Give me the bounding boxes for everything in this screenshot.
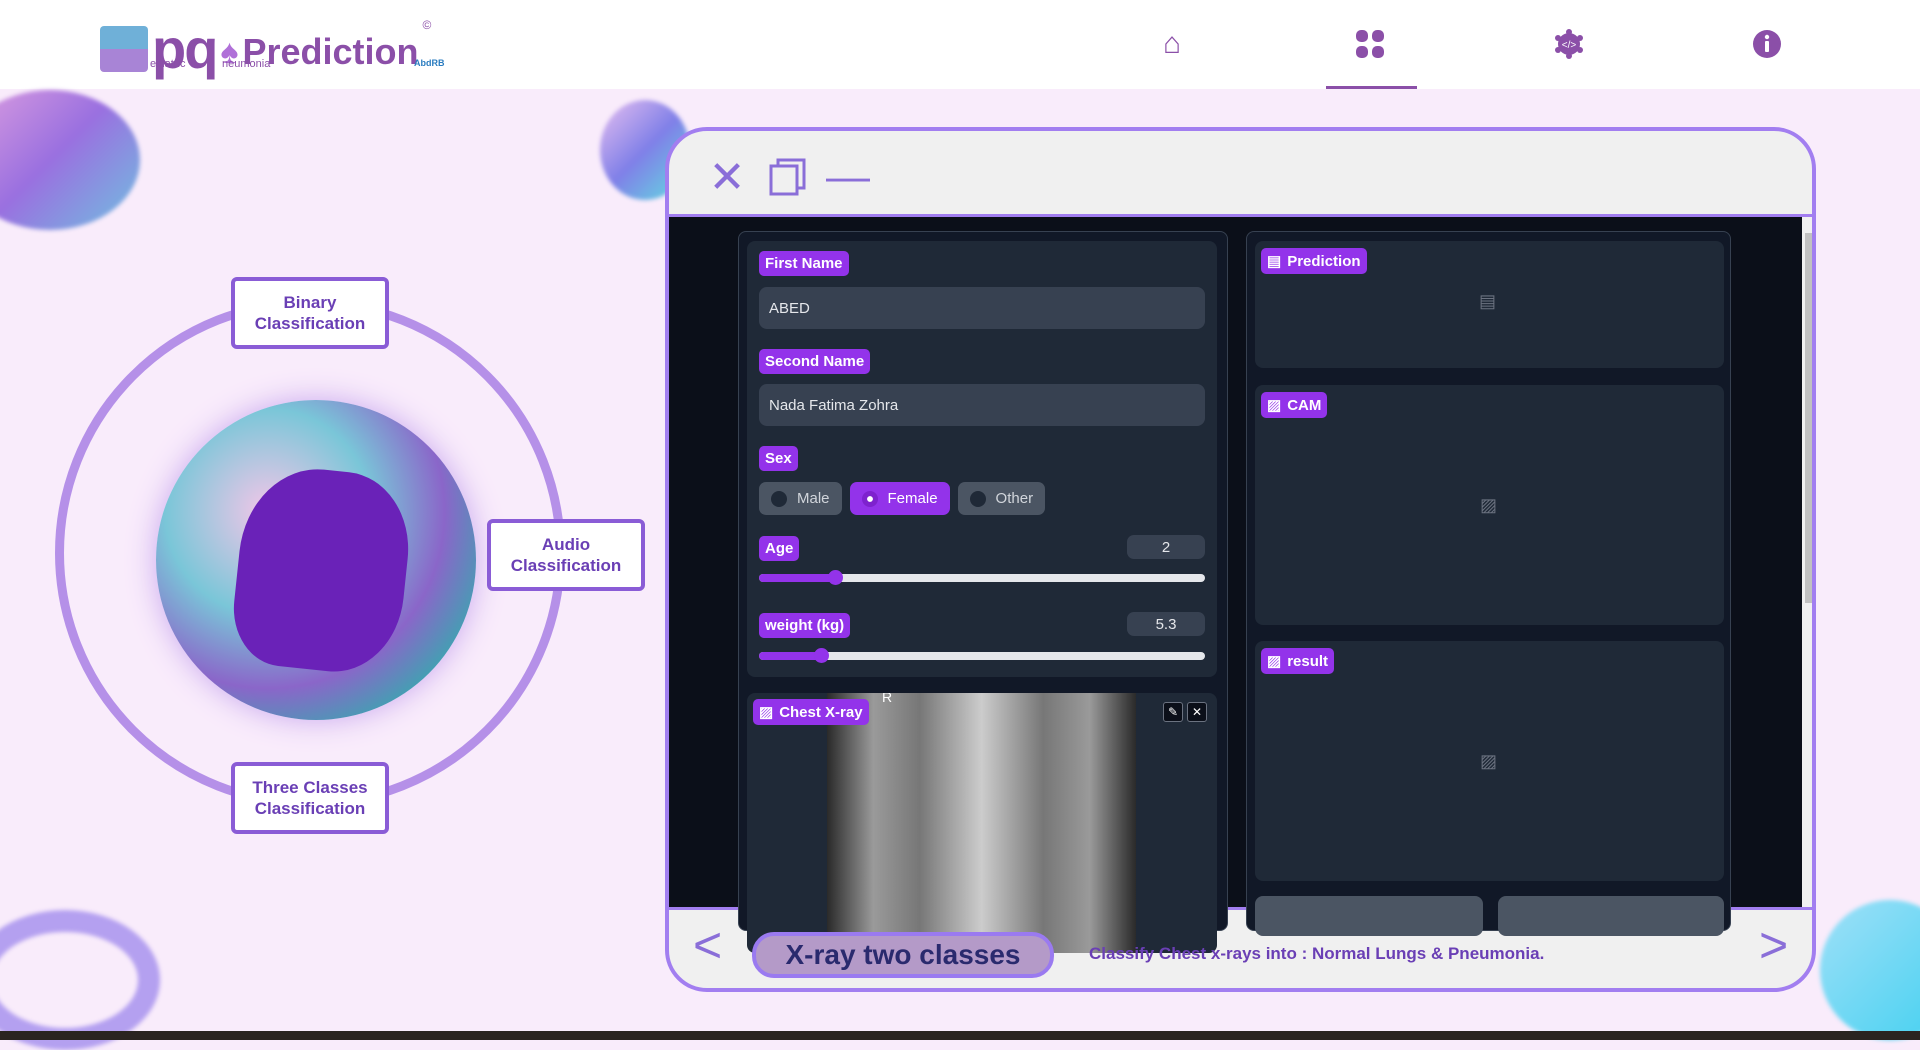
patient-form: First Name ABED Second Name Nada Fatima … (747, 241, 1217, 677)
model-name-badge[interactable]: X-ray two classes (752, 932, 1054, 978)
scrollbar[interactable] (1802, 217, 1812, 907)
age-slider[interactable] (759, 570, 1205, 585)
second-name-input[interactable]: Nada Fatima Zohra (759, 384, 1205, 426)
option-label: Female (887, 490, 938, 507)
logo-sub-pediatric: ediatric (150, 58, 186, 70)
slider-fill (759, 652, 822, 660)
scrollbar-thumb[interactable] (1805, 233, 1812, 603)
decorative-shape (1820, 900, 1920, 1040)
svg-text:</>: </> (1562, 40, 1577, 51)
age-number-input[interactable]: 2 (1127, 535, 1205, 559)
image-placeholder-icon: ▨ (1480, 751, 1498, 771)
weight-label: weight (kg) (759, 613, 851, 638)
sex-option-other[interactable]: Other (957, 482, 1046, 515)
radio-dot (969, 490, 986, 507)
first-name-input[interactable]: ABED (759, 287, 1205, 329)
option-label: Male (797, 490, 830, 507)
image-placeholder-icon: ▨ (1480, 495, 1498, 515)
weight-number-input[interactable]: 5.3 (1127, 612, 1205, 636)
result-output: ▨ result ▨ (1255, 641, 1724, 881)
age-label: Age (759, 536, 800, 561)
image-icon: ▨ (759, 704, 774, 721)
label-text: CAM (1287, 396, 1322, 414)
radio-dot (861, 490, 878, 507)
sex-label: Sex (759, 446, 798, 471)
edit-icon[interactable]: ✎ (1163, 702, 1183, 722)
sex-option-male[interactable]: Male (759, 482, 842, 515)
app-window: ✕ — First Name ABED Second Name Nada Fat… (665, 127, 1816, 992)
logo-sub-pneumonia: neumonia (222, 58, 271, 70)
home-icon[interactable]: ⌂ (1148, 20, 1196, 68)
image-icon: ▨ (1267, 653, 1282, 670)
label-text: result (1287, 652, 1329, 670)
label-text: Prediction (1287, 252, 1361, 270)
result-label: ▨ result (1261, 648, 1335, 674)
logo-brand: AbdRB (414, 58, 445, 68)
minimize-icon[interactable]: — (824, 152, 872, 201)
slider-thumb[interactable] (814, 648, 830, 663)
input-column: First Name ABED Second Name Nada Fatima … (738, 231, 1228, 953)
lego-block-icon (100, 26, 148, 72)
model-carousel: < X-ray two classes Classify Chest x-ray… (669, 916, 1812, 988)
cam-label: ▨ CAM (1261, 392, 1328, 418)
weight-slider[interactable] (759, 648, 1205, 663)
slider-fill (759, 574, 835, 582)
grid-icon[interactable] (1346, 20, 1394, 68)
info-icon[interactable] (1743, 20, 1791, 68)
clear-icon[interactable]: ✕ (1187, 702, 1207, 722)
slider-thumb[interactable] (827, 570, 843, 585)
next-model-button[interactable]: > (1759, 916, 1788, 974)
app-logo[interactable]: pq ♠ Prediction © ediatric neumonia AbdR… (100, 18, 445, 77)
chest-xray-upload[interactable]: R ▨ Chest X-ray ✎ ✕ (747, 693, 1217, 953)
xray-marker: R (882, 693, 893, 705)
sex-option-female[interactable]: Female (849, 482, 950, 515)
three-classes-classification-button[interactable]: Three Classes Classification (231, 762, 389, 834)
top-header: pq ♠ Prediction © ediatric neumonia AbdR… (0, 0, 1920, 89)
bar-chart-placeholder-icon: ▤ (1479, 291, 1497, 311)
output-column: ▤ Prediction ▤ ▨ CAM ▨ ▨ result ▨ (1246, 231, 1731, 936)
decorative-shape (0, 90, 140, 230)
first-name-label: First Name (759, 251, 849, 276)
label-text: Chest X-ray (779, 703, 863, 721)
close-icon[interactable]: ✕ (703, 153, 751, 202)
gradio-app: First Name ABED Second Name Nada Fatima … (669, 214, 1812, 953)
audio-classification-button[interactable]: Audio Classification (487, 519, 645, 591)
cam-output: ▨ CAM ▨ (1255, 385, 1724, 625)
bar-chart-icon: ▤ (1267, 253, 1282, 270)
maximize-icon[interactable] (764, 153, 812, 201)
chest-xray-label: ▨ Chest X-ray (753, 699, 869, 725)
sex-radio-group: Male Female Other (759, 482, 1046, 515)
chest-xray-image: R (827, 693, 1136, 953)
active-tab-indicator (1326, 86, 1417, 89)
binary-classification-button[interactable]: Binary Classification (231, 277, 389, 349)
radio-dot (771, 490, 787, 507)
prev-model-button[interactable]: < (693, 916, 722, 974)
model-description: Classify Chest x-rays into : Normal Lung… (1089, 944, 1545, 963)
prediction-output: ▤ Prediction ▤ (1255, 241, 1724, 368)
image-icon: ▨ (1267, 397, 1282, 414)
code-gear-icon[interactable]: </> (1545, 20, 1593, 68)
taskbar (0, 1031, 1920, 1040)
decorative-ring (0, 910, 160, 1050)
prediction-label: ▤ Prediction (1261, 248, 1367, 274)
second-name-label: Second Name (759, 349, 871, 374)
option-label: Other (995, 490, 1034, 507)
